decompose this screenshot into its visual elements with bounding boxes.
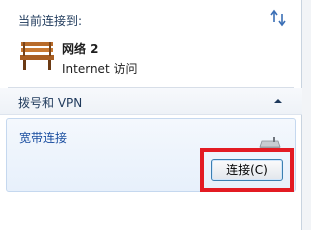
network-access-status: Internet 访问	[62, 62, 138, 76]
window-edge	[302, 0, 311, 230]
bench-icon	[20, 42, 54, 70]
network-flyout-panel: 当前连接到: 网络 2 Internet 访问 拨号和 VPN 宽带连接 连接(…	[0, 0, 302, 230]
chevron-up-icon[interactable]	[272, 95, 284, 107]
connection-name: 宽带连接	[19, 131, 68, 145]
current-connection-section: 当前连接到: 网络 2 Internet 访问	[0, 0, 302, 86]
group-label: 拨号和 VPN	[18, 96, 83, 110]
current-connection-label: 当前连接到:	[18, 14, 83, 28]
refresh-arrows-icon[interactable]	[268, 8, 288, 28]
active-network-item[interactable]: 网络 2 Internet 访问	[14, 36, 284, 80]
connect-button[interactable]: 连接(C)	[211, 159, 283, 181]
dialup-vpn-group-header[interactable]: 拨号和 VPN	[0, 88, 302, 115]
network-name: 网络 2	[62, 42, 99, 56]
